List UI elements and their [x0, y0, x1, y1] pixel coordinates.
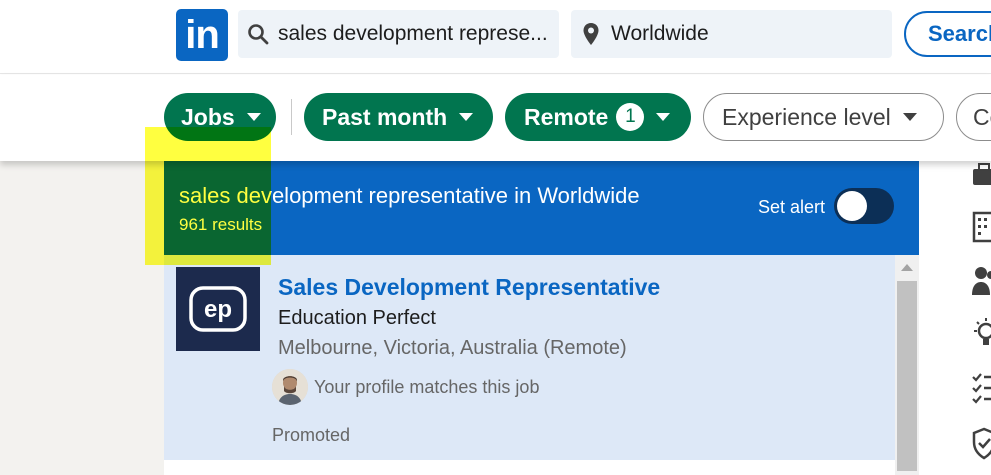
filter-company[interactable]: Co — [956, 93, 991, 141]
left-gutter — [0, 161, 164, 475]
right-rail — [968, 161, 991, 475]
avatar — [272, 369, 308, 405]
search-icon — [238, 23, 278, 45]
briefcase-icon[interactable] — [972, 161, 991, 192]
filter-past-month[interactable]: Past month — [304, 93, 493, 141]
keyword-search-input[interactable]: sales development represe... — [238, 10, 559, 58]
promoted-label: Promoted — [272, 425, 351, 445]
filter-past-month-label: Past month — [322, 103, 448, 130]
filter-jobs[interactable]: Jobs — [164, 93, 276, 141]
filter-bar: Jobs Past month Remote 1 Experience leve… — [0, 75, 991, 161]
logo-text: in — [185, 13, 220, 57]
linkedin-logo[interactable]: in — [176, 9, 228, 61]
ep-logo-icon: ep — [189, 286, 247, 332]
job-location: Melbourne, Victoria, Australia (Remote) — [278, 337, 627, 359]
filter-jobs-label: Jobs — [181, 103, 235, 130]
people-icon[interactable] — [972, 265, 991, 302]
filter-remote-count-badge: 1 — [616, 103, 645, 131]
checklist-icon[interactable] — [972, 371, 991, 410]
shield-check-icon[interactable] — [972, 427, 991, 466]
building-icon[interactable] — [972, 211, 991, 248]
location-pin-icon — [571, 22, 611, 46]
lightbulb-icon[interactable] — [972, 317, 991, 356]
chevron-down-icon — [656, 113, 671, 121]
page: in sales development represe... Worldwid… — [0, 0, 991, 475]
set-alert-label: Set alert — [758, 197, 826, 217]
set-alert-toggle[interactable] — [834, 188, 894, 224]
scroll-thumb[interactable] — [897, 281, 917, 471]
filter-divider — [291, 99, 292, 135]
company-logo[interactable]: ep — [176, 267, 260, 351]
top-nav: in sales development represe... Worldwid… — [0, 0, 991, 74]
toggle-knob — [837, 191, 867, 221]
filter-experience-label: Experience level — [722, 103, 891, 130]
filter-remote-label: Remote — [524, 103, 609, 130]
chevron-down-icon — [246, 113, 261, 121]
logo-ep-text: ep — [204, 296, 232, 323]
job-card[interactable]: ep Sales Development Representative Educ… — [164, 255, 895, 460]
keyword-value: sales development represe... — [278, 22, 548, 45]
profile-match-text: Your profile matches this job — [314, 377, 540, 397]
results-title: sales development representative in Worl… — [179, 183, 640, 208]
filter-company-label: Co — [973, 103, 991, 130]
filter-remote[interactable]: Remote 1 — [505, 93, 691, 141]
chevron-down-icon — [459, 113, 474, 121]
results-count: 961 results — [179, 215, 263, 234]
results-header: sales development representative in Worl… — [164, 161, 919, 255]
scroll-up-arrow-icon[interactable] — [901, 264, 913, 271]
search-button[interactable]: Search — [904, 11, 991, 57]
filter-experience-level[interactable]: Experience level — [703, 93, 944, 141]
job-title-link[interactable]: Sales Development Representative — [278, 274, 660, 301]
location-search-input[interactable]: Worldwide — [571, 10, 892, 58]
location-value: Worldwide — [611, 22, 709, 45]
chevron-down-icon — [902, 113, 917, 121]
job-company: Education Perfect — [278, 307, 436, 329]
